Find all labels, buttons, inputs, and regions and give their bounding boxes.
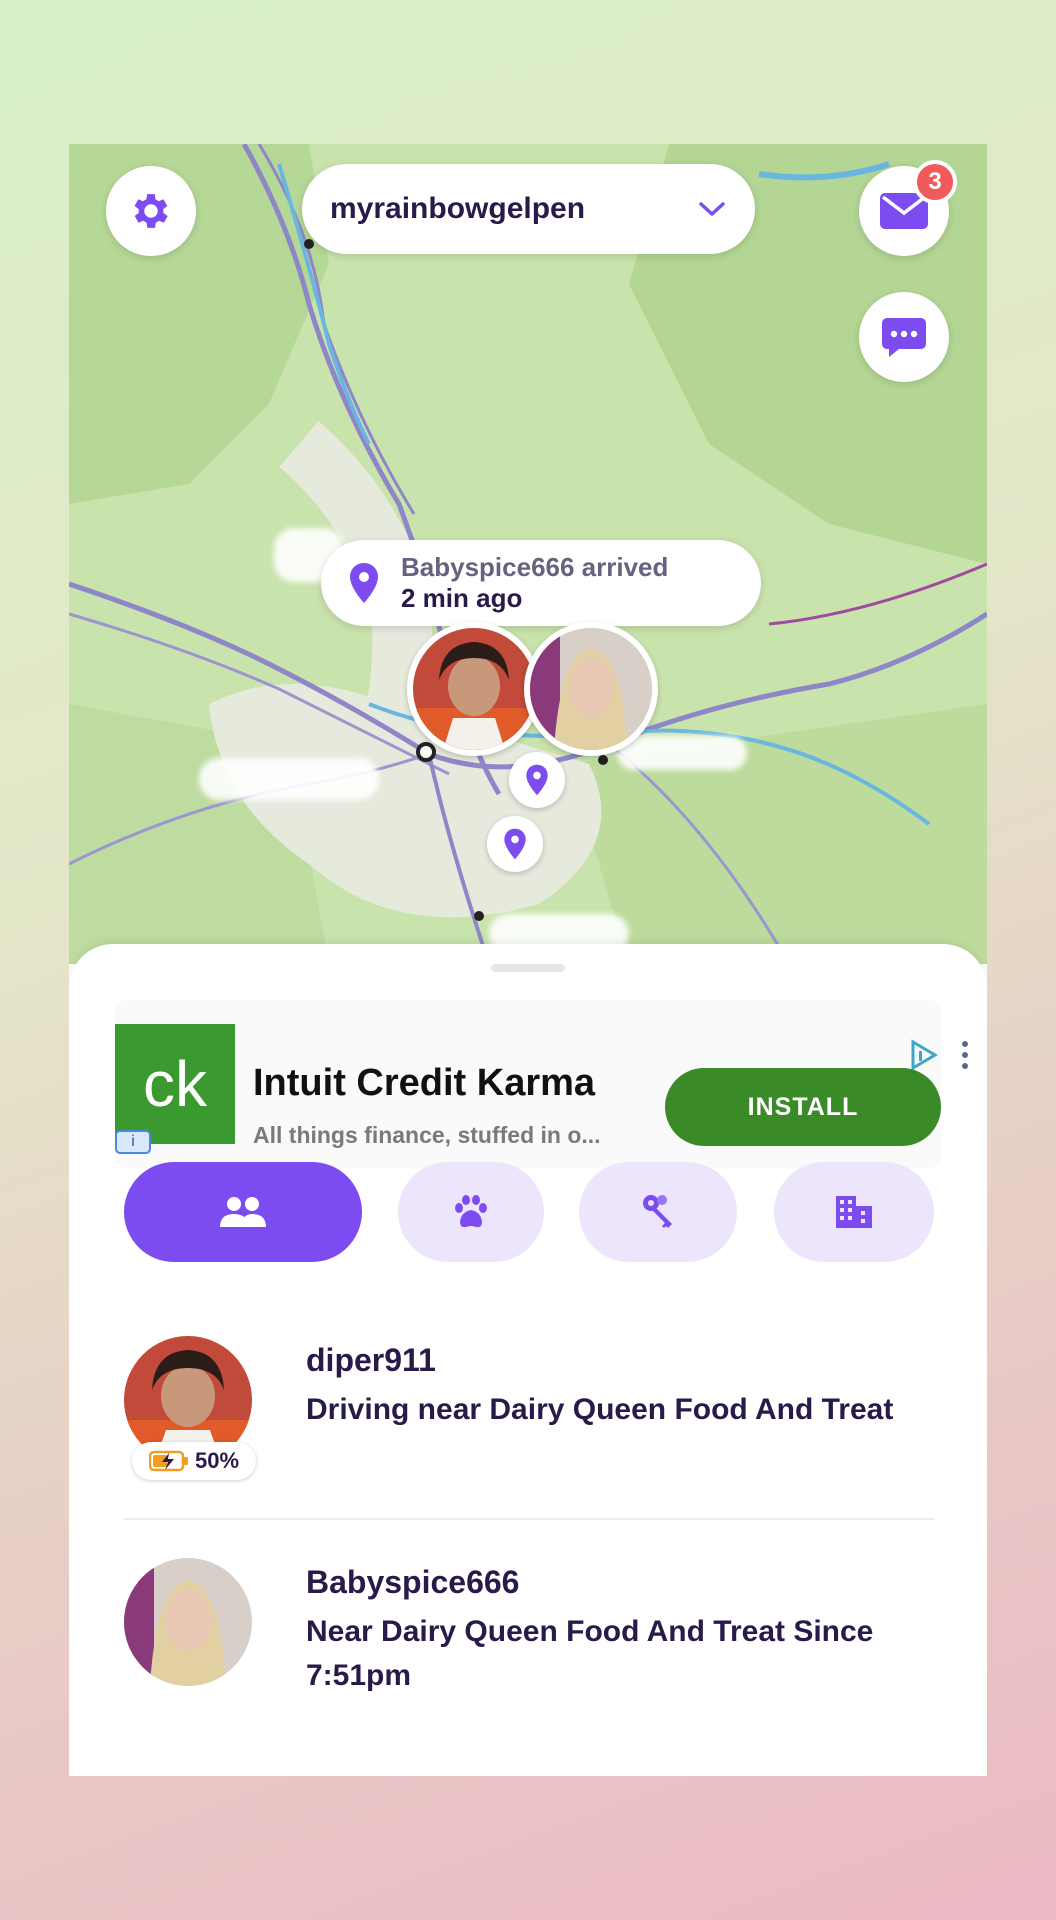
keys-icon <box>643 1195 672 1228</box>
circle-name: myrainbowgelpen <box>330 192 586 225</box>
arrival-time: 2 min ago <box>401 583 523 613</box>
chevron-down-icon <box>699 202 725 216</box>
circle-selector[interactable]: myrainbowgelpen <box>302 164 755 254</box>
member-photo <box>530 628 652 750</box>
battery-level: 50% <box>194 1448 240 1473</box>
arrival-title: Babyspice666 arrived <box>401 552 669 582</box>
ad-install-button[interactable]: INSTALL <box>665 1068 941 1146</box>
location-pin-icon <box>350 563 378 603</box>
ad-banner[interactable]: ck i Intuit Credit Karma All things fina… <box>115 1000 968 1168</box>
tab-items[interactable] <box>579 1162 737 1262</box>
app-screen: myrainbowgelpen 3 Babyspice666 arrived 2… <box>69 144 987 1776</box>
map-label-redacted <box>617 736 747 770</box>
people-icon <box>220 1197 266 1227</box>
ad-logo: ck <box>115 1024 235 1144</box>
place-pin[interactable] <box>509 752 565 808</box>
member-list-item[interactable]: 50% diper911 Driving near Dairy Queen Fo… <box>124 1336 934 1486</box>
ad-info-icon[interactable]: i <box>115 1130 151 1154</box>
building-icon <box>836 1196 872 1228</box>
settings-button[interactable] <box>106 166 196 256</box>
messages-button[interactable]: 3 <box>859 160 957 256</box>
member-name: diper911 <box>306 1342 436 1378</box>
place-pin[interactable] <box>487 816 543 872</box>
battery-badge: 50% <box>132 1442 256 1480</box>
mail-count-badge: 3 <box>913 160 957 204</box>
member-photo <box>124 1558 252 1686</box>
list-divider <box>124 1518 934 1520</box>
member-map-avatar[interactable] <box>407 622 541 756</box>
paw-icon <box>455 1195 487 1228</box>
sheet-grabber[interactable] <box>491 964 565 972</box>
category-tabs <box>124 1162 934 1262</box>
map-view[interactable]: myrainbowgelpen 3 Babyspice666 arrived 2… <box>69 144 987 964</box>
tab-people[interactable] <box>124 1162 362 1262</box>
member-name: Babyspice666 <box>306 1564 520 1600</box>
arrival-notification[interactable]: Babyspice666 arrived 2 min ago <box>321 540 761 626</box>
ad-title: Intuit Credit Karma <box>253 1062 596 1104</box>
tab-places[interactable] <box>774 1162 934 1262</box>
bottom-sheet[interactable]: ck i Intuit Credit Karma All things fina… <box>69 944 987 1776</box>
member-map-avatar[interactable] <box>524 622 658 756</box>
chat-icon <box>882 318 926 357</box>
member-list-item[interactable]: Babyspice666 Near Dairy Queen Food And T… <box>124 1558 934 1708</box>
location-pin-icon <box>504 828 526 860</box>
chat-button[interactable] <box>859 292 949 382</box>
gear-icon <box>134 194 168 228</box>
tab-pets[interactable] <box>398 1162 544 1262</box>
ad-subtitle: All things finance, stuffed in o... <box>253 1122 601 1148</box>
location-pin-icon <box>526 764 548 796</box>
member-avatar <box>124 1558 252 1686</box>
map-label-redacted <box>199 758 379 800</box>
arrival-text: Babyspice666 arrived 2 min ago <box>401 552 668 614</box>
ad-logo-text: ck <box>143 1048 207 1120</box>
member-photo <box>413 628 535 750</box>
member-status: Driving near Dairy Queen Food And Treat <box>306 1393 894 1426</box>
member-status: Near Dairy Queen Food And Treat Since 7:… <box>306 1615 874 1692</box>
battery-charging-icon <box>148 1450 188 1472</box>
